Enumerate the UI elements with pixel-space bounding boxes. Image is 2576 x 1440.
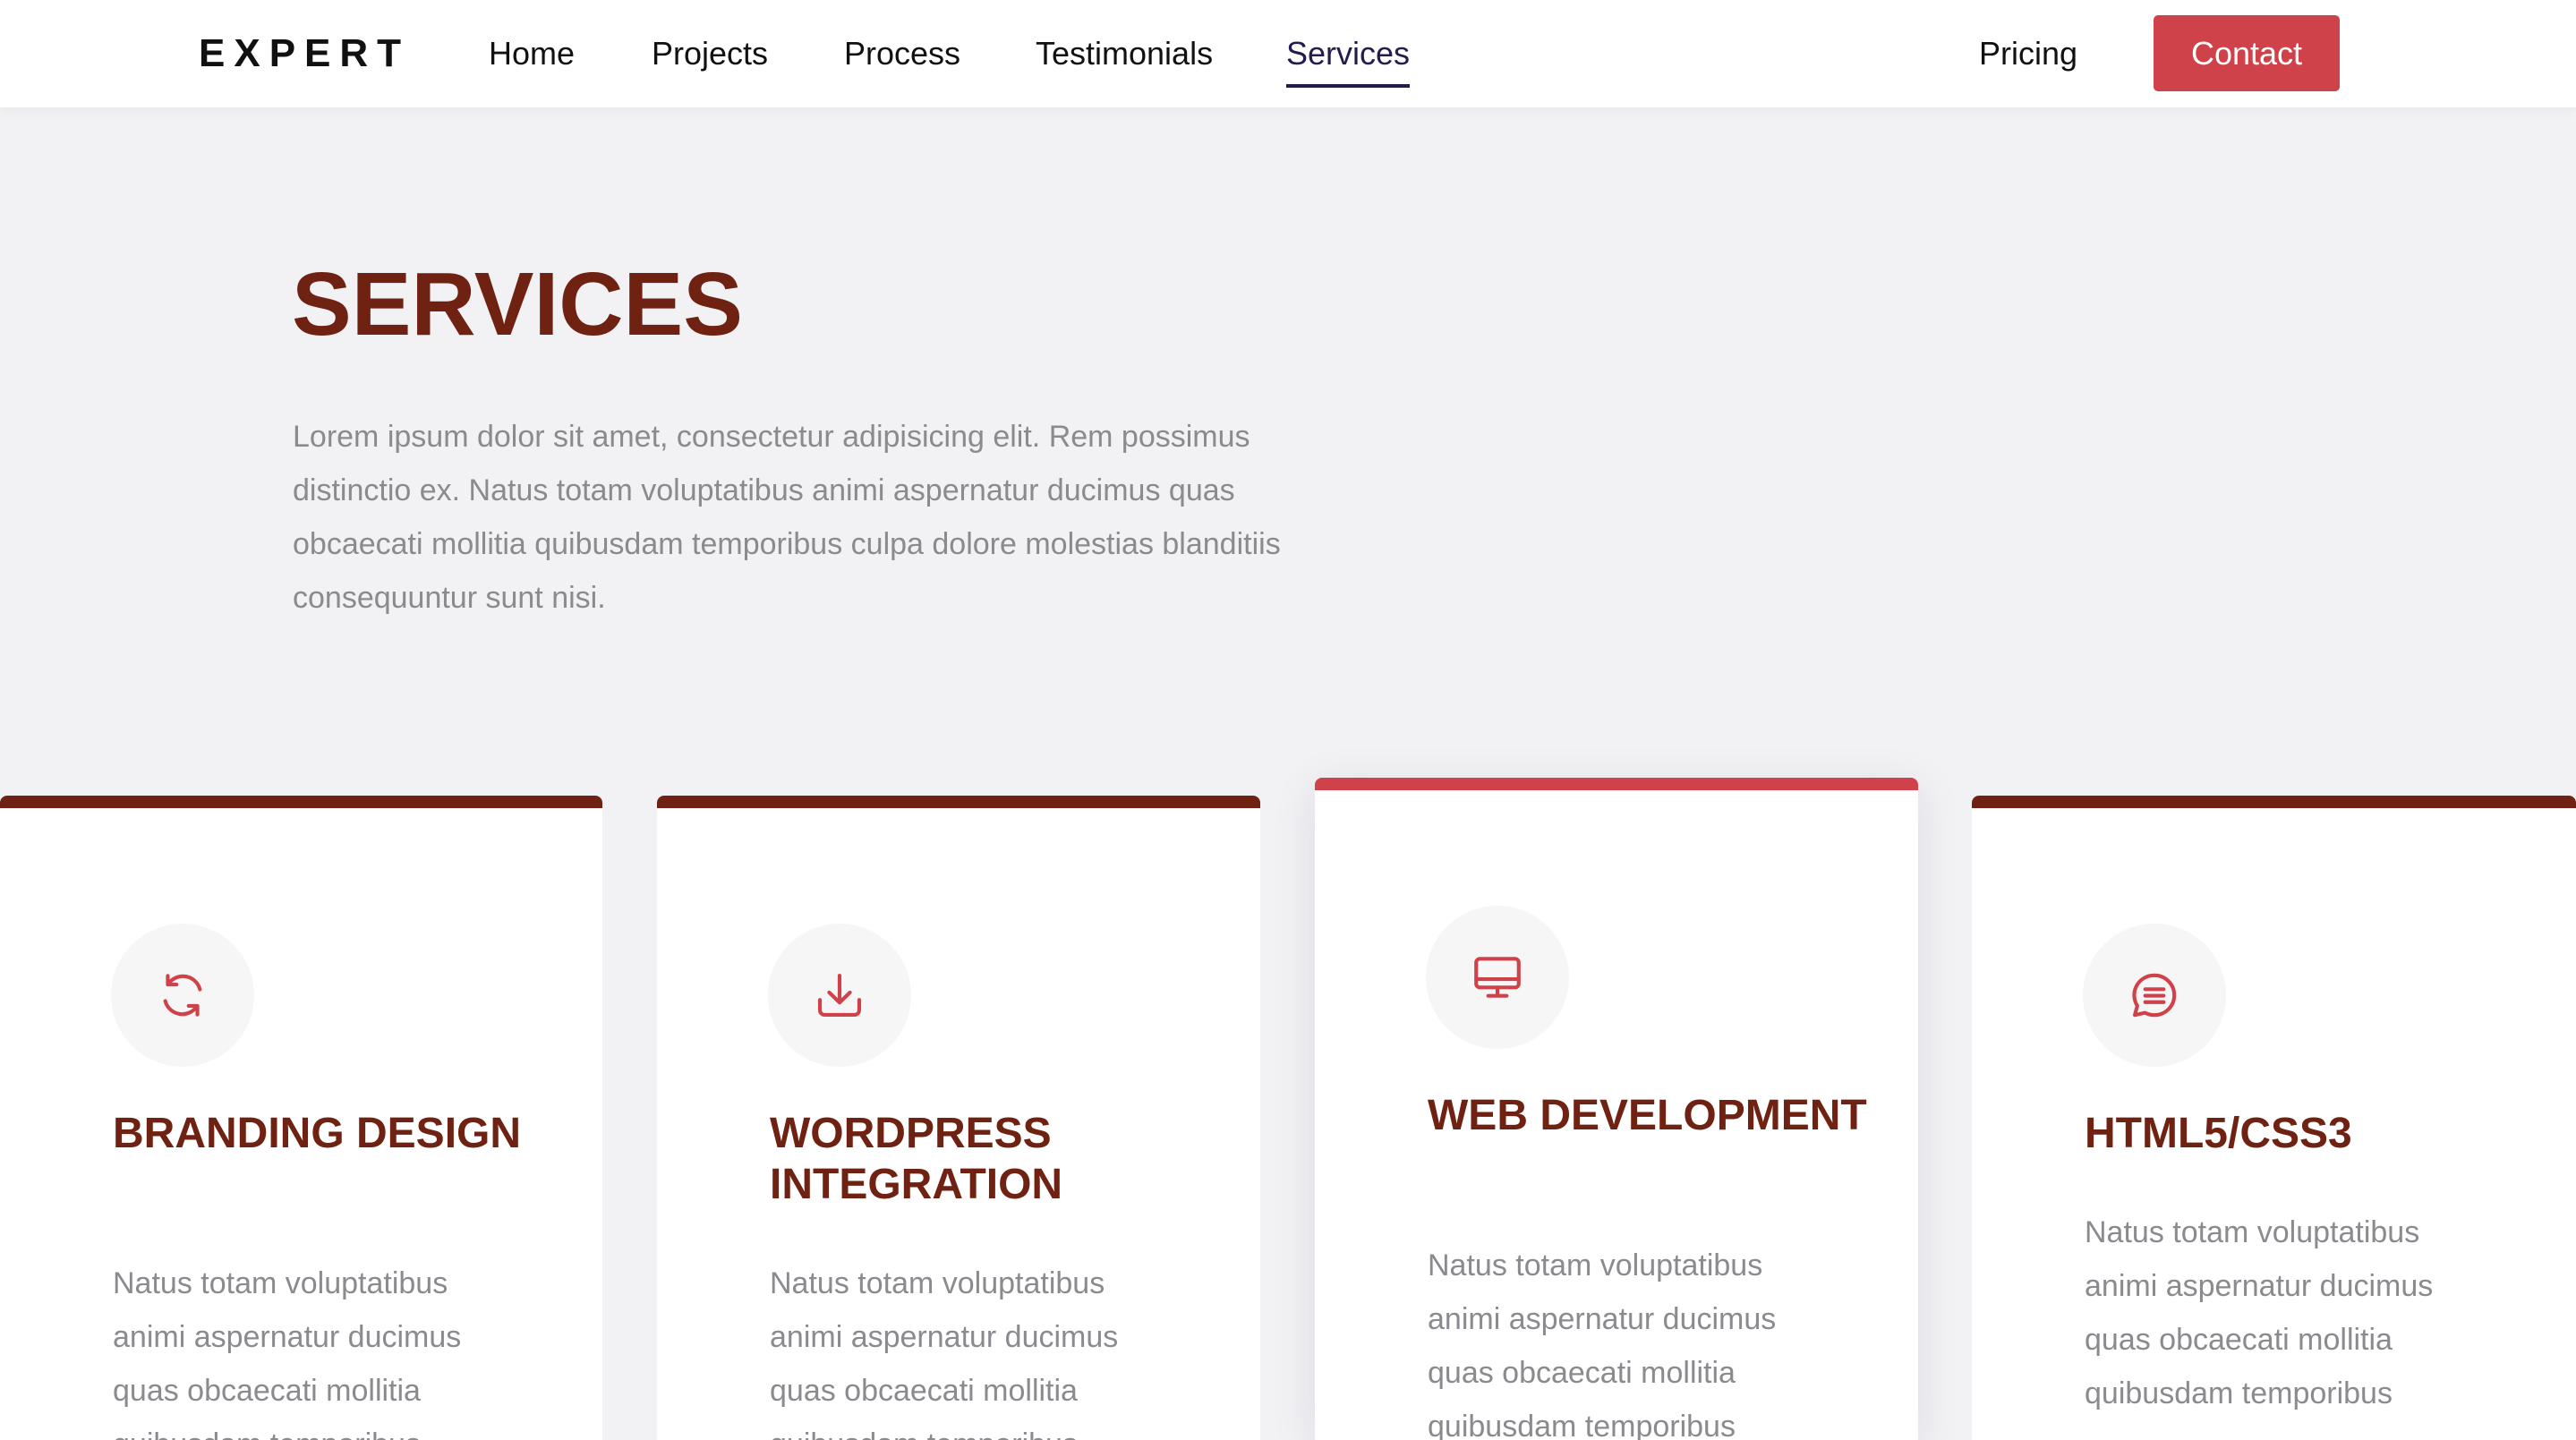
nav-link-services-label: Services [1286,35,1411,72]
nav-link-services[interactable]: Services [1286,34,1411,88]
nav-link-pricing[interactable]: Pricing [1979,34,2077,73]
download-icon [768,924,911,1067]
page-title: SERVICES [292,254,743,354]
service-card-html5-css3[interactable]: HTML5/CSS3 Natus totam voluptatibus anim… [1972,796,2576,1440]
service-card-text: Natus totam voluptatibus animi aspernatu… [113,1266,462,1440]
service-card-title: HTML5/CSS3 [2085,1110,2352,1157]
service-card-title: BRANDING DESIGN [113,1110,522,1157]
nav-link-home[interactable]: Home [489,34,575,73]
service-card-text: Natus totam voluptatibus animi aspernatu… [770,1266,1119,1440]
service-card-text: Natus totam voluptatibus animi aspernatu… [1428,1248,1777,1440]
active-nav-underline [1286,84,1411,88]
service-card-title: WEB DEVELOPMENT [1428,1092,1867,1139]
service-card-wordpress[interactable]: WORDPRESS INTEGRATION Natus totam volupt… [657,796,1260,1440]
top-navbar: EXPERT Home Projects Process Testimonial… [0,0,2576,107]
chat-icon [2083,924,2226,1067]
service-card-title: WORDPRESS INTEGRATION [770,1110,1063,1208]
service-card-web-development[interactable]: WEB DEVELOPMENT Natus totam voluptatibus… [1315,778,1918,1440]
service-card-branding[interactable]: BRANDING DESIGN Natus totam voluptatibus… [0,796,602,1440]
monitor-icon [1426,906,1569,1049]
refresh-icon [111,924,254,1067]
service-card-text: Natus totam voluptatibus animi aspernatu… [2085,1215,2434,1410]
nav-link-testimonials[interactable]: Testimonials [1036,34,1213,73]
hero-description: Lorem ipsum dolor sit amet, consectetur … [293,420,1281,615]
nav-link-process[interactable]: Process [844,34,960,73]
contact-button[interactable]: Contact [2154,15,2340,91]
brand-logo[interactable]: EXPERT [199,30,410,77]
nav-link-projects[interactable]: Projects [652,34,768,73]
